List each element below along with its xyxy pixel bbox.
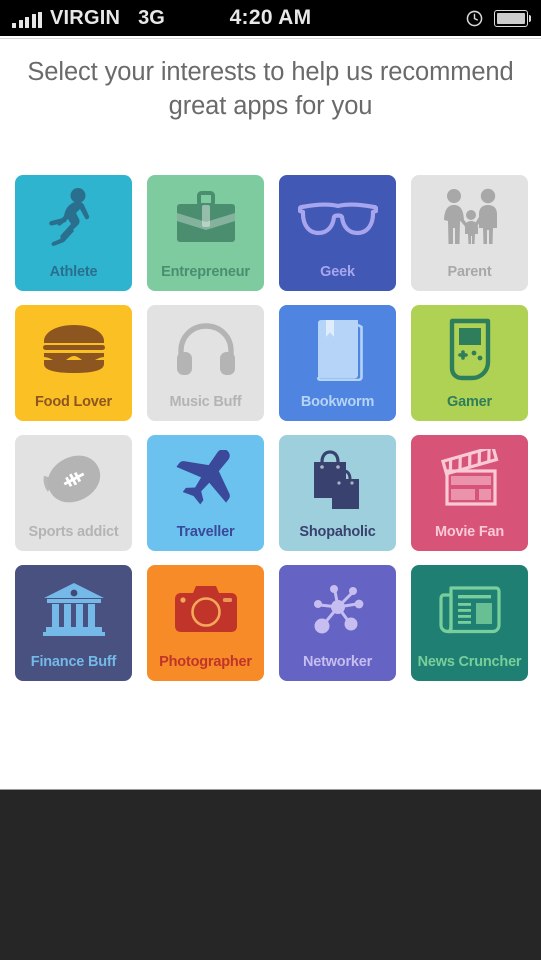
clock-label: 4:20 AM — [229, 6, 312, 29]
headphones-icon — [147, 315, 264, 383]
interest-tile-movie-fan[interactable]: Movie Fan — [411, 435, 528, 551]
bank-icon — [15, 575, 132, 643]
airplane-icon — [147, 445, 264, 513]
handheld-console-icon — [411, 315, 528, 383]
interest-tile-music-buff[interactable]: Music Buff — [147, 305, 264, 421]
interest-tile-label: Athlete — [49, 263, 98, 280]
bottom-bar — [0, 789, 541, 960]
interest-tile-label: Shopaholic — [299, 523, 376, 540]
page-title: Select your interests to help us recomme… — [27, 58, 514, 120]
interest-tile-label: Bookworm — [300, 393, 375, 410]
interest-tile-bookworm[interactable]: Bookworm — [279, 305, 396, 421]
interest-tile-photographer[interactable]: Photographer — [147, 565, 264, 681]
status-bar-divider — [0, 36, 541, 39]
interest-tile-label: Entrepreneur — [161, 263, 250, 280]
interest-tile-geek[interactable]: Geek — [279, 175, 396, 291]
interest-tile-shopaholic[interactable]: Shopaholic — [279, 435, 396, 551]
interest-tile-entrepreneur[interactable]: Entrepreneur — [147, 175, 264, 291]
interest-tile-gamer[interactable]: Gamer — [411, 305, 528, 421]
interest-tile-news-cruncher[interactable]: News Cruncher — [411, 565, 528, 681]
battery-icon — [493, 9, 531, 27]
shopping-bags-icon — [279, 445, 396, 513]
interest-tile-networker[interactable]: Networker — [279, 565, 396, 681]
interest-tile-label: Parent — [447, 263, 492, 280]
interest-tile-label: Traveller — [176, 523, 235, 540]
newspaper-icon — [411, 575, 528, 643]
interest-tile-label: Geek — [320, 263, 355, 280]
book-icon — [279, 315, 396, 383]
glasses-icon — [279, 185, 396, 253]
status-bar-right — [466, 9, 531, 27]
interest-tile-label: Sports addict — [28, 523, 119, 540]
interest-tile-athlete[interactable]: Athlete — [15, 175, 132, 291]
briefcase-icon — [147, 185, 264, 253]
runner-icon — [15, 185, 132, 253]
family-icon — [411, 185, 528, 253]
interest-tile-parent[interactable]: Parent — [411, 175, 528, 291]
interest-grid: Athlete Entrepreneur Geek Parent Food Lo… — [15, 175, 528, 681]
interest-tile-label: News Cruncher — [417, 653, 522, 670]
interest-tile-label: Food Lover — [35, 393, 112, 410]
interests-selection-screen: VIRGIN 3G 4:20 AM Select your interests … — [0, 0, 541, 960]
interest-tile-label: Photographer — [159, 653, 252, 670]
interest-tile-food-lover[interactable]: Food Lover — [15, 305, 132, 421]
interest-tile-label: Networker — [302, 653, 373, 670]
interest-tile-traveller[interactable]: Traveller — [147, 435, 264, 551]
interest-tile-finance-buff[interactable]: Finance Buff — [15, 565, 132, 681]
interest-tile-sports-addict[interactable]: Sports addict — [15, 435, 132, 551]
camera-icon — [147, 575, 264, 643]
interest-tile-label: Finance Buff — [30, 653, 117, 670]
network-icon — [279, 575, 396, 643]
clapperboard-icon — [411, 445, 528, 513]
football-icon — [15, 445, 132, 513]
burger-icon — [15, 315, 132, 383]
clock-icon — [466, 10, 482, 26]
interest-tile-label: Music Buff — [169, 393, 242, 410]
interest-tile-label: Movie Fan — [434, 523, 505, 540]
interest-tile-label: Gamer — [447, 393, 492, 410]
status-bar: VIRGIN 3G 4:20 AM — [0, 0, 541, 36]
